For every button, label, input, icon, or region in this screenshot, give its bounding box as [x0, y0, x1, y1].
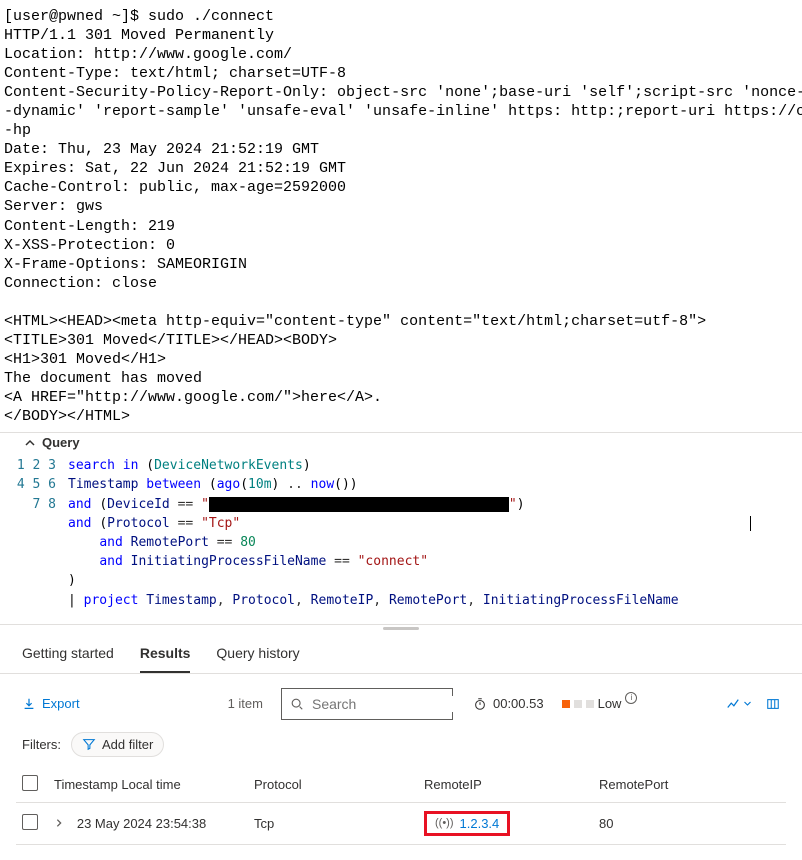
sev-square-2: [574, 700, 582, 708]
kw-and: and: [99, 535, 122, 550]
table-header-row: Timestamp Local time Protocol RemoteIP R…: [16, 767, 786, 803]
kw-and: and: [68, 516, 91, 531]
line-gutter: 1 2 3 4 5 6 7 8: [0, 456, 68, 610]
timer-value: 00:00.53: [493, 696, 544, 711]
search-input[interactable]: [312, 696, 493, 712]
col-timestamp-header[interactable]: Timestamp Local time: [48, 767, 248, 803]
query-header[interactable]: Query: [0, 433, 802, 454]
row-checkbox[interactable]: [22, 814, 38, 830]
pipe: |: [68, 593, 76, 608]
query-timer: 00:00.53: [473, 696, 544, 711]
chevron-down-icon: [743, 699, 752, 708]
cell-protocol: Tcp: [248, 802, 418, 844]
query-header-label: Query: [42, 435, 80, 450]
results-toolbar: Export 1 item 00:00.53 Low i: [0, 674, 802, 732]
table-row[interactable]: 23 May 2024 23:54:38 Tcp ((•)) 1.2.3.4 8…: [16, 802, 786, 844]
table-name: DeviceNetworkEvents: [154, 458, 303, 473]
proj-c2: Protocol: [232, 593, 295, 608]
results-tabs: Getting started Results Query history: [0, 633, 802, 674]
code-content[interactable]: search in (DeviceNetworkEvents) Timestam…: [68, 456, 802, 610]
stopwatch-icon: [473, 697, 487, 711]
info-icon[interactable]: i: [625, 692, 637, 704]
fn-ago: ago: [217, 477, 240, 492]
col-initproc: InitiatingProcessFileName: [131, 554, 327, 569]
val-connect: "connect": [358, 554, 428, 569]
query-panel: Query 1 2 3 4 5 6 7 8 search in (DeviceN…: [0, 432, 802, 625]
export-label: Export: [42, 696, 80, 711]
str-close: ": [509, 497, 517, 512]
cell-timestamp: 23 May 2024 23:54:38: [77, 816, 206, 831]
val-tcp: "Tcp": [201, 516, 240, 531]
op-eq: ==: [178, 497, 194, 512]
filters-row: Filters: Add filter: [0, 732, 802, 767]
chart-line-icon: [726, 697, 740, 711]
col-timestamp: Timestamp: [68, 477, 138, 492]
col-protocol-header[interactable]: Protocol: [248, 767, 418, 803]
col-remoteip-header[interactable]: RemoteIP: [418, 767, 593, 803]
add-filter-button[interactable]: Add filter: [71, 732, 164, 757]
proj-c5: InitiatingProcessFileName: [483, 593, 679, 608]
add-filter-label: Add filter: [102, 737, 153, 752]
op-eq: ==: [217, 535, 233, 550]
results-table: Timestamp Local time Protocol RemoteIP R…: [16, 767, 786, 845]
redacted-device-id: [209, 497, 509, 512]
proj-c3: RemoteIP: [311, 593, 374, 608]
kw-and: and: [68, 497, 91, 512]
kw-between: between: [146, 477, 201, 492]
customize-columns-button[interactable]: [766, 697, 780, 711]
sev-square-1: [562, 700, 570, 708]
col-remoteport: RemotePort: [131, 535, 209, 550]
remoteip-link[interactable]: 1.2.3.4: [460, 816, 500, 831]
resize-handle[interactable]: [0, 625, 802, 633]
text-cursor: [750, 516, 751, 531]
severity-indicator[interactable]: Low i: [562, 696, 638, 711]
tab-results[interactable]: Results: [140, 641, 191, 673]
cell-remoteip-highlighted[interactable]: ((•)) 1.2.3.4: [424, 811, 510, 836]
val-80: 80: [240, 535, 256, 550]
select-all-checkbox[interactable]: [22, 775, 38, 791]
expand-row-icon[interactable]: [54, 816, 66, 831]
kw-in: in: [123, 458, 139, 473]
broadcast-icon: ((•)): [435, 817, 454, 829]
col-protocol: Protocol: [107, 516, 170, 531]
chevron-up-icon: [24, 437, 36, 449]
download-icon: [22, 697, 36, 711]
item-count: 1 item: [228, 696, 263, 711]
filters-label: Filters:: [22, 737, 61, 752]
query-editor[interactable]: 1 2 3 4 5 6 7 8 search in (DeviceNetwork…: [0, 454, 802, 624]
search-box[interactable]: [281, 688, 453, 720]
proj-c4: RemotePort: [389, 593, 467, 608]
fn-now: now: [311, 477, 334, 492]
close-paren: ): [68, 573, 76, 588]
kw-project: project: [84, 593, 139, 608]
col-deviceid: DeviceId: [107, 497, 170, 512]
chart-button[interactable]: [726, 697, 752, 711]
kw-and: and: [99, 554, 122, 569]
filter-icon: [82, 737, 96, 751]
search-icon: [290, 697, 304, 711]
columns-icon: [766, 697, 780, 711]
severity-label: Low: [598, 696, 622, 711]
val-10m: 10m: [248, 477, 271, 492]
export-button[interactable]: Export: [22, 696, 80, 711]
tab-query-history[interactable]: Query history: [216, 641, 299, 673]
op-eq: ==: [178, 516, 194, 531]
tab-getting-started[interactable]: Getting started: [22, 641, 114, 673]
op-eq: ==: [334, 554, 350, 569]
cell-remoteport: 80: [593, 802, 786, 844]
terminal-output: [user@pwned ~]$ sudo ./connect HTTP/1.1 …: [0, 0, 802, 432]
proj-c1: Timestamp: [146, 593, 216, 608]
kw-search: search: [68, 458, 115, 473]
col-remoteport-header[interactable]: RemotePort: [593, 767, 786, 803]
str-open: ": [201, 497, 209, 512]
sev-square-3: [586, 700, 594, 708]
